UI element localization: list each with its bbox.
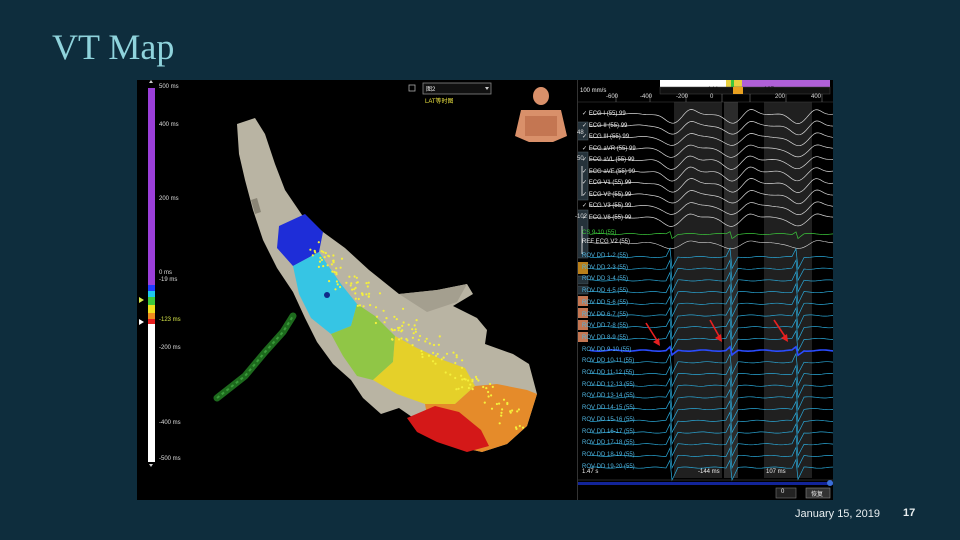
timeline-label: -200 (676, 94, 689, 100)
channel-label[interactable]: ROV DD 17-18 (55) (582, 440, 635, 446)
channel-label[interactable]: ✓ ECG V3 (55) 99 (582, 202, 631, 209)
ep-signal-pane: 100 mm/s -600 -400 -200 0 200 400 -144 m… (575, 80, 833, 500)
channel-label[interactable]: ✓ ECG aVF (55) 99 (582, 168, 635, 175)
channel-label[interactable]: ✓ ECG V1 (55) 99 (582, 179, 631, 186)
lat-map-canvas[interactable] (137, 80, 577, 500)
bottom-marker: 107 ms (766, 469, 786, 475)
scale-green-segment (148, 297, 155, 305)
channel-label[interactable]: ROV DD 8-9 (55) (582, 335, 628, 341)
scale-tick: -400 ms (159, 420, 181, 426)
timeline-label: -600 (606, 94, 619, 100)
catheter-shaft (213, 312, 297, 402)
channel-label[interactable]: ROV DD 16-17 (55) (582, 429, 635, 435)
scale-marker-arrow (139, 297, 144, 303)
timeline-label: 0 (710, 94, 714, 100)
scale-red-segment (148, 319, 155, 324)
channel-label[interactable]: ROV DD 10-11 (55) (582, 358, 634, 364)
scale-blue-segment (148, 285, 155, 291)
scale-marker-arrow (139, 319, 144, 325)
channel-label[interactable]: ✓ ECG aVL (55) 99 (582, 156, 635, 163)
software-screenshot: 500 ms 400 ms 200 ms 0 ms -19 ms -123 ms… (137, 80, 833, 500)
scale-tick: 400 ms (159, 122, 179, 128)
channel-label[interactable]: ✓ ECG III (55) 99 (582, 133, 629, 140)
timeline-marker: 107 ms (764, 87, 784, 93)
scale-tick: 200 ms (159, 196, 179, 202)
scale-purple-segment (148, 88, 155, 285)
channel-label[interactable]: ROV DD 3-4 (55) (582, 276, 628, 282)
channel-label[interactable]: ROV DD 6-7 (55) (582, 312, 628, 318)
channel-label[interactable]: ✓ ECG II (55) 99 (582, 122, 627, 129)
slide-date: January 15, 2019 (795, 508, 881, 520)
time-readout: 1.47 s (582, 469, 599, 475)
channel-label[interactable]: ROV DD 13-14 (55) (582, 393, 635, 399)
scale-yellow-segment (148, 305, 155, 313)
channel-label[interactable]: ✓ ECG I (55) 99 (582, 110, 626, 117)
channel-label[interactable]: ✓ ECG V6 (55) 99 (582, 214, 631, 221)
channel-label[interactable]: ROV DD 7-8 (55) (582, 323, 628, 329)
scale-tick: -19 ms (159, 277, 178, 283)
slide-page-number: 17 (903, 507, 916, 519)
scale-white-segment (148, 324, 155, 462)
slide-title: VT Map (52, 27, 175, 67)
channel-label[interactable]: ROV DD 12-13 (55) (582, 382, 635, 388)
channel-label[interactable]: ROV DD 2-3 (55) (582, 265, 628, 271)
channel-label[interactable]: CS 9-10 (55) (582, 230, 616, 236)
channel-label[interactable]: ROV DD 15-16 (55) (582, 417, 635, 423)
timeline-marker: -144 ms (706, 87, 728, 93)
bottom-marker: -144 ms (698, 469, 720, 475)
timeline-label: 200 (775, 94, 786, 100)
timeline-label: 400 (811, 94, 822, 100)
view-select-value[interactable]: 图2 (426, 84, 435, 93)
scale-tick: -200 ms (159, 345, 181, 351)
timeline-label: -400 (640, 94, 653, 100)
torso-orientation-icon[interactable] (515, 87, 567, 142)
channel-label[interactable]: ✓ ECG V2 (55) 99 (582, 191, 631, 198)
channel-label[interactable]: ROV DD 4-5 (55) (582, 288, 628, 294)
scale-tick: 500 ms (159, 84, 179, 90)
scale-tick: -500 ms (159, 456, 181, 462)
channel-dropdown (775, 487, 797, 499)
scale-cyan-segment (148, 291, 155, 297)
scale-tick: 0 ms (159, 270, 173, 276)
channel-label[interactable]: ROV DD 5-6 (55) (582, 300, 628, 306)
lat-map-label: LAT等时图 (425, 99, 454, 105)
channel-label[interactable]: ROV DD 9-10 (55) (582, 347, 631, 353)
sweep-speed: 100 mm/s (580, 88, 607, 94)
channel-label[interactable]: ROV DD 11-12 (55) (582, 370, 634, 376)
channel-label[interactable]: ROV DD 14-15 (55) (582, 405, 635, 411)
channel-label[interactable]: ✓ ECG aVR (55) 99 (582, 145, 636, 152)
map-pane: 500 ms 400 ms 200 ms 0 ms -19 ms -123 ms… (137, 80, 577, 500)
channel-label[interactable]: ROV DD 1-2 (55) (582, 253, 628, 259)
channel-label[interactable]: ROV DD 18-19 (55) (582, 452, 635, 458)
scale-orange-segment (148, 313, 155, 319)
channel-label[interactable]: REF ECG V2 (55) (582, 239, 630, 245)
channel-dropdown-value[interactable]: 0 (781, 489, 784, 495)
scale-tick: -123 ms (159, 317, 181, 323)
restore-button-label[interactable]: 恢复 (811, 489, 823, 498)
